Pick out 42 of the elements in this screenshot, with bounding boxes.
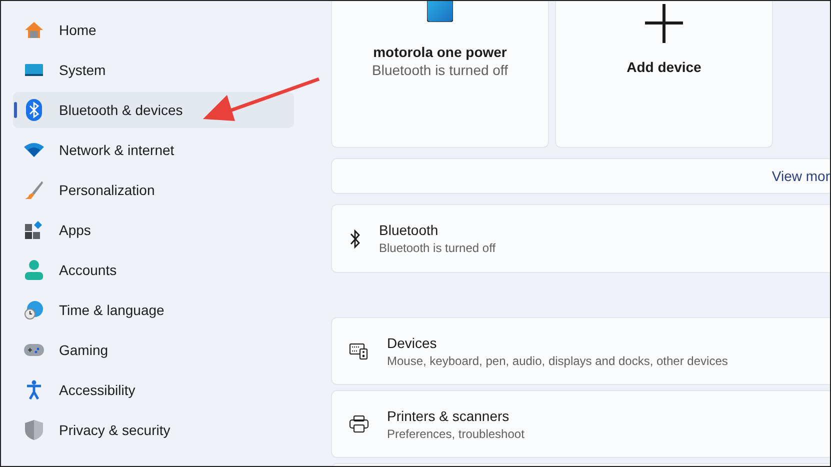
shield-icon <box>23 420 45 440</box>
bluetooth-icon <box>349 228 361 248</box>
sidebar-item[interactable]: Apps <box>13 212 294 248</box>
phone-icon <box>427 1 453 22</box>
bluetooth-icon <box>23 99 45 121</box>
device-status: Bluetooth is turned off <box>372 62 508 78</box>
globe-clock-icon <box>23 300 45 320</box>
sidebar-item[interactable]: System <box>13 52 294 88</box>
sidebar-item[interactable]: Bluetooth & devices <box>13 92 294 128</box>
sidebar-item[interactable]: Accounts <box>13 252 294 288</box>
monitor-icon <box>23 62 45 78</box>
device-card[interactable]: motorola one power Bluetooth is turned off <box>331 1 549 148</box>
row-subtitle: Bluetooth is turned off <box>379 241 496 255</box>
printer-icon <box>349 415 369 433</box>
row-title: Devices <box>387 334 438 350</box>
sidebar-item[interactable]: Privacy & security <box>13 412 294 448</box>
sidebar-item[interactable]: Accessibility <box>13 372 294 408</box>
apps-icon <box>23 221 45 239</box>
row-title: Bluetooth <box>379 222 440 238</box>
plus-icon <box>644 3 684 43</box>
row-title: Printers & scanners <box>387 408 510 424</box>
row-subtitle: Preferences, troubleshoot <box>387 426 524 440</box>
wifi-icon <box>23 142 45 158</box>
house-icon <box>23 20 45 40</box>
sidebar-item[interactable]: Time & language <box>13 292 294 328</box>
sidebar-item[interactable]: Home <box>13 12 294 48</box>
sidebar-item[interactable]: Network & internet <box>13 132 294 168</box>
settings-row[interactable]: Devices Mouse, keyboard, pen, audio, displays and docks, other devices <box>331 317 830 385</box>
paintbrush-icon <box>23 180 45 200</box>
add-device-label: Add device <box>626 59 702 75</box>
device-name: motorola one power <box>373 44 507 60</box>
selection-indicator <box>14 102 17 118</box>
gamepad-icon <box>23 343 45 357</box>
keyboard-speaker-icon <box>349 342 369 360</box>
sidebar-item[interactable]: Personalization <box>13 172 294 208</box>
row-subtitle: Mouse, keyboard, pen, audio, displays and docks, other devices <box>387 354 728 368</box>
settings-row[interactable]: Printers & scanners Preferences, troubleshoot <box>331 390 830 458</box>
bluetooth-row[interactable]: Bluetooth Bluetooth is turned off <box>331 204 830 273</box>
person-icon <box>23 260 45 280</box>
sidebar-item[interactable]: Gaming <box>13 332 294 368</box>
add-device-card[interactable]: Add device <box>555 1 773 148</box>
view-more-link[interactable]: View mor <box>772 168 830 184</box>
